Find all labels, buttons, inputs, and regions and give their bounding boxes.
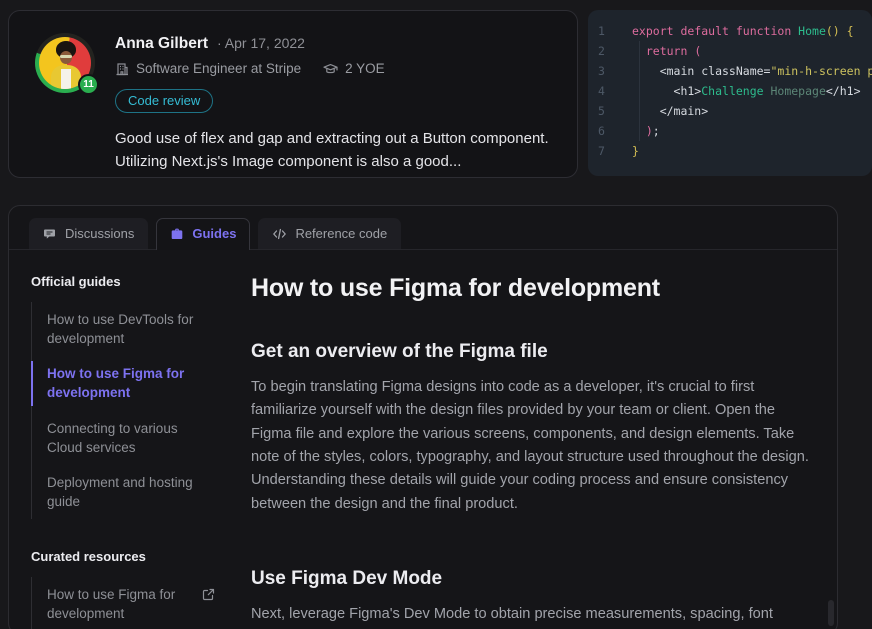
sidebar-guide-item[interactable]: Deployment and hosting guide bbox=[32, 465, 215, 519]
review-card: 11 Anna Gilbert · Apr 17, 2022 Software … bbox=[8, 10, 578, 178]
code-line: 1export default function Home() { bbox=[598, 21, 872, 41]
review-type-badge[interactable]: Code review bbox=[115, 89, 213, 113]
line-number: 5 bbox=[598, 104, 620, 118]
discussions-icon bbox=[43, 227, 57, 241]
section-heading: Use Figma Dev Mode bbox=[251, 568, 817, 590]
line-number: 4 bbox=[598, 84, 620, 98]
section-heading: Get an overview of the Figma file bbox=[251, 341, 817, 363]
tab-reference-code[interactable]: Reference code bbox=[258, 218, 401, 249]
guides-sidebar: Official guides How to use DevTools for … bbox=[31, 272, 215, 629]
level-badge: 11 bbox=[78, 74, 99, 95]
line-number: 6 bbox=[598, 124, 620, 138]
line-number: 2 bbox=[598, 44, 620, 58]
avatar[interactable]: 11 bbox=[35, 33, 95, 93]
line-number: 3 bbox=[598, 64, 620, 78]
code-icon bbox=[272, 228, 287, 240]
tab-label: Guides bbox=[192, 226, 236, 241]
tab-discussions[interactable]: Discussions bbox=[29, 218, 148, 249]
tab-bar: Discussions Guides Reference code bbox=[9, 206, 837, 250]
guides-icon bbox=[170, 227, 184, 241]
section-body: To begin translating Figma designs into … bbox=[251, 376, 817, 516]
tab-guides[interactable]: Guides bbox=[156, 218, 250, 250]
tab-label: Discussions bbox=[65, 226, 134, 241]
code-editor-panel[interactable]: 1export default function Home() {2 retur… bbox=[588, 10, 872, 176]
line-number: 1 bbox=[598, 24, 620, 38]
guide-article: How to use Figma for development Get an … bbox=[251, 272, 821, 629]
article-title: How to use Figma for development bbox=[251, 274, 817, 303]
author-role: Software Engineer at Stripe bbox=[136, 61, 301, 76]
guides-panel: Discussions Guides Reference code Offici… bbox=[8, 205, 838, 629]
review-comment[interactable]: Good use of flex and gap and extracting … bbox=[115, 128, 551, 173]
line-number: 7 bbox=[598, 144, 620, 158]
official-guides-list: How to use DevTools for developmentHow t… bbox=[31, 302, 215, 519]
building-icon bbox=[115, 62, 129, 76]
code-line: 7} bbox=[598, 141, 872, 161]
official-guides-heading: Official guides bbox=[31, 274, 215, 289]
resource-label: How to use Figma for development bbox=[47, 585, 194, 623]
review-date: · Apr 17, 2022 bbox=[217, 35, 305, 51]
author-name[interactable]: Anna Gilbert bbox=[115, 35, 208, 53]
tab-label: Reference code bbox=[295, 226, 387, 241]
scrollbar-thumb[interactable] bbox=[828, 600, 834, 626]
curated-resources-list: How to use Figma for developmentHow to u… bbox=[31, 577, 215, 629]
graduation-cap-icon bbox=[323, 62, 338, 76]
indent-guide bbox=[639, 41, 640, 141]
experience-label: 2 YOE bbox=[345, 61, 385, 76]
external-link-icon bbox=[202, 588, 215, 601]
sidebar-guide-item[interactable]: How to use DevTools for development bbox=[32, 302, 215, 356]
curated-resources-heading: Curated resources bbox=[31, 549, 215, 564]
sidebar-resource-link[interactable]: How to use Figma for development bbox=[32, 577, 215, 629]
sidebar-guide-item[interactable]: Connecting to various Cloud services bbox=[32, 411, 215, 465]
sidebar-guide-item[interactable]: How to use Figma for development bbox=[32, 356, 215, 410]
section-body: Next, leverage Figma's Dev Mode to obtai… bbox=[251, 603, 817, 629]
